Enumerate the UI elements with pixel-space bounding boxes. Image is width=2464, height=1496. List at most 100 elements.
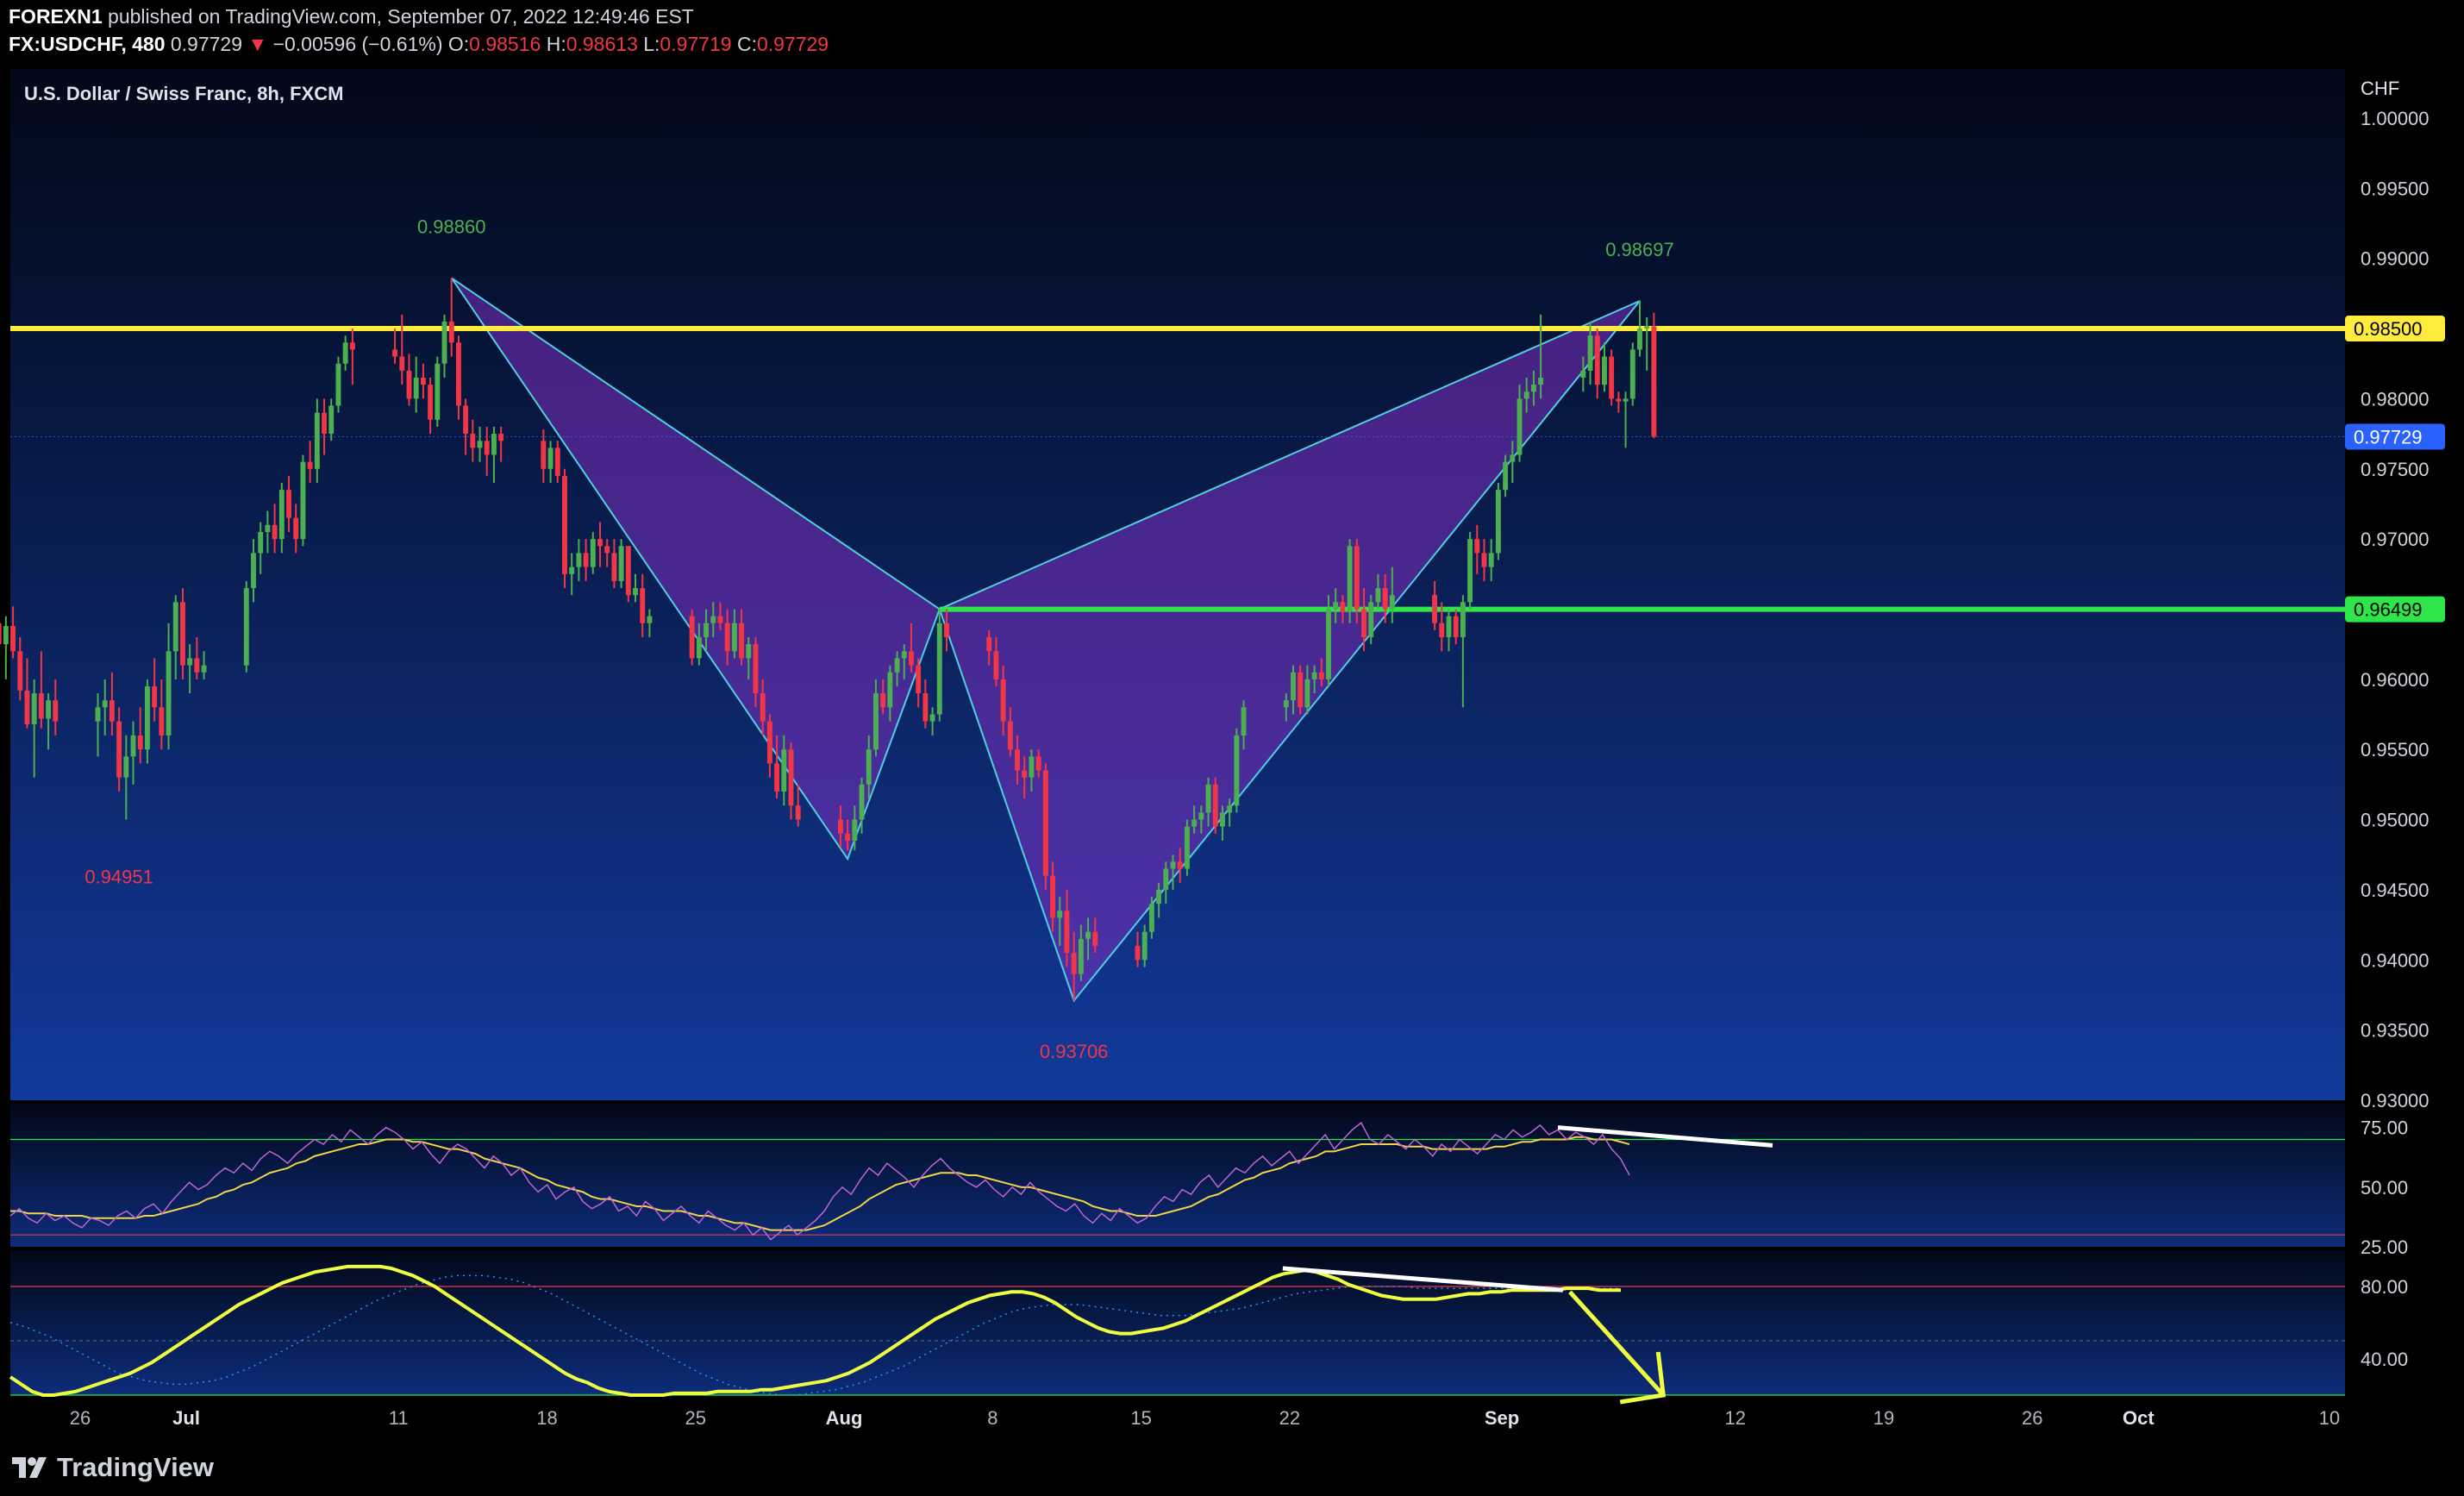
candle-body [872,693,879,750]
price-tick-label: 0.95500 [2361,739,2430,761]
candle-body [837,819,843,834]
open-value: 0.98516 [469,33,541,55]
price-tag-label: 0.96499 [2354,599,2423,621]
candle-body [251,553,256,589]
candle-body [258,531,264,554]
candle-body [1241,707,1247,735]
price-tick-label: 0.94500 [2361,879,2430,901]
time-tick-label: 10 [2319,1407,2340,1429]
candle-body [640,588,646,623]
candle-body [1029,756,1035,778]
candle-body [1616,398,1622,402]
time-tick-label: Jul [172,1407,200,1429]
candle-body [10,626,16,652]
time-tick-label: Oct [2123,1407,2154,1429]
candle-body [569,566,575,574]
open-label: O: [447,33,470,55]
candle-body [1637,329,1642,350]
candle-body [1488,553,1494,567]
candle-body [109,700,115,722]
candle-body [1523,391,1529,399]
rsi-tick-label: 50.00 [2361,1177,2408,1199]
rsi-tick-label: 25.00 [2361,1236,2408,1258]
candle-body [342,342,348,364]
price-tag-label: 0.97729 [2354,426,2423,448]
candle-body [413,377,419,399]
time-tick-label: Sep [1485,1407,1519,1429]
candle-body [484,441,490,455]
candle-body [1057,911,1063,918]
candle-body [625,546,631,596]
price-tick-label: 0.97500 [2361,459,2430,480]
low-value: 0.97719 [660,33,732,55]
candle-body [243,588,249,666]
candle-body [441,321,447,364]
candle-body [1015,749,1020,771]
footer: TradingView [0,1438,2464,1496]
price-change: −0.00596 (−0.61%) [272,33,443,55]
candle-body [1495,490,1501,554]
tradingview-logo[interactable]: TradingView [10,1452,214,1483]
time-tick-label: Aug [826,1407,863,1429]
candle-body [328,405,335,435]
candle-body [887,672,893,708]
candle-body [1333,602,1339,610]
candle-body [130,735,136,757]
candle-body [123,756,129,778]
candle-body [1354,546,1360,610]
candle-body [1064,911,1070,954]
candle-body [38,693,44,719]
candle-body [349,342,355,350]
chart-header: FOREXN1 published on TradingView.com, Se… [0,0,2464,67]
publisher-name[interactable]: FOREXN1 [9,5,103,28]
candle-body [1191,819,1198,827]
candle-body [1298,672,1304,708]
chart-canvas[interactable]: U.S. Dollar / Swiss Franc, 8h, FXCM CHF … [0,67,2464,1438]
candle-body [1156,889,1162,904]
candle-body [159,707,165,735]
symbol-label[interactable]: FX:USDCHF, 480 [9,33,165,55]
candle-body [576,553,582,567]
candle-body [1481,553,1487,567]
candle-body [286,490,291,518]
candle-body [1184,826,1190,869]
candle-body [278,490,285,540]
candle-body [993,651,999,679]
published-text: published on TradingView.com, September … [108,5,694,28]
candle-body [166,651,172,735]
candle-body [1311,672,1317,679]
candle-body [1092,931,1098,947]
candle-body [1035,756,1041,771]
swing-low-label: 0.94951 [84,867,153,888]
candle-body [95,707,101,722]
candle-body [1623,398,1629,402]
candle-body [880,693,886,708]
candle-body [1291,672,1296,701]
candle-body [53,700,59,722]
candle-body [420,377,426,385]
time-tick-label: 11 [389,1407,409,1429]
candle-body [1510,454,1516,462]
candle-body [710,616,716,623]
candle-body [717,616,723,623]
candle-body [314,412,320,469]
candle-body [1234,735,1240,806]
price-tick-label: 0.98000 [2361,388,2430,410]
candle-body [1651,326,1657,437]
candle-body [541,441,547,469]
candle-body [1375,588,1381,603]
candle-body [1460,602,1466,638]
time-tick-label: 22 [1279,1407,1300,1429]
time-tick-label: 18 [536,1407,557,1429]
candle-body [498,434,504,441]
candle-body [760,693,766,722]
candle-body [774,763,780,792]
candle-body [152,685,158,708]
candle-body [633,588,638,596]
candle-body [936,623,942,715]
candle-body [590,539,596,567]
candle-body [689,616,695,659]
candle-body [1609,356,1615,399]
candle-body [1163,868,1169,890]
candle-body [753,644,759,694]
